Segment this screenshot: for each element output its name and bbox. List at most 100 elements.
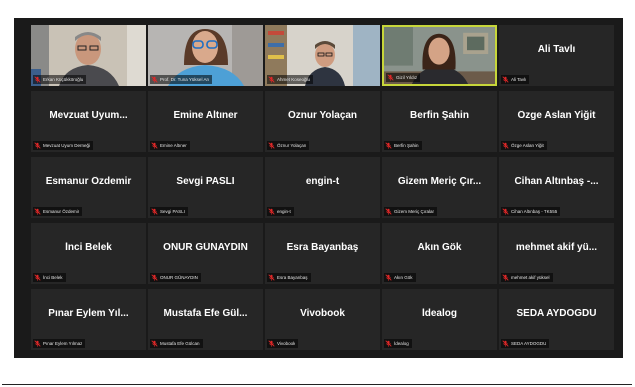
mic-muted-icon (502, 142, 509, 149)
participant-name-label: Ahmet Koseoğlu (267, 75, 314, 84)
mic-muted-icon (268, 142, 275, 149)
participant-display-name: Akın Gök (417, 242, 462, 253)
participant-display-name: SEDA AYDOGDU (516, 308, 597, 319)
participant-name-text: Gizil Yıldız (396, 75, 418, 80)
participant-name-label: Mevzuat Uyum Derneği (33, 141, 94, 150)
participant-name-text: Cihan Altınbaş - TK555 (511, 209, 558, 214)
participant-name-text: Prof. Dr. Tuna Yüksel Arı (160, 77, 210, 82)
participant-name-label: Özge Aslan Yiğit (501, 141, 547, 150)
participant-name-text: Vivobook (277, 341, 296, 346)
participant-tile[interactable]: SEDA AYDOGDU SEDA AYDOGDU (499, 289, 614, 350)
mic-muted-icon (387, 74, 394, 81)
participant-name-text: Ahmet Koseoğlu (277, 77, 311, 82)
mic-muted-icon (502, 274, 509, 281)
participant-tile[interactable]: Sevgi PASLI Sevgi PASLI (148, 157, 263, 218)
participant-tile[interactable]: Pınar Eylem Yıl... Pınar Eylem Yılmaz (31, 289, 146, 350)
participant-display-name: Mustafa Efe Gül... (163, 308, 248, 319)
participant-tile[interactable]: Esra Bayanbaş Esra Bayanbaş (265, 223, 380, 284)
participant-tile[interactable]: Berfin Şahin Berfin Şahin (382, 91, 497, 152)
participant-display-name: Gizem Meriç Çır... (397, 176, 482, 187)
mic-muted-icon (385, 340, 392, 347)
participant-name-label: Erkan Küçükköroğlu (33, 75, 87, 84)
mic-muted-icon (502, 208, 509, 215)
participant-tile[interactable]: Emine Altıner Emine Altıner (148, 91, 263, 152)
participant-tile[interactable]: Cihan Altınbaş -... Cihan Altınbaş - TK55… (499, 157, 614, 218)
mic-muted-icon (268, 340, 275, 347)
participant-name-text: Mevzuat Uyum Derneği (43, 143, 91, 148)
participant-tile[interactable]: İnci Belek İnci Belek (31, 223, 146, 284)
participant-name-text: SEDA AYDOGDU (511, 341, 547, 346)
participant-name-label: Berfin Şahin (384, 141, 422, 150)
mic-muted-icon (151, 76, 158, 83)
mic-muted-icon (151, 274, 158, 281)
participant-tile[interactable]: Erkan Küçükköroğlu (31, 25, 146, 86)
participant-display-name: Berfin Şahin (410, 110, 469, 121)
participant-name-text: Gizem Meriç Çıralar (394, 209, 435, 214)
mic-muted-icon (34, 76, 41, 83)
participant-tile[interactable]: Özge Aslan Yiğit Özge Aslan Yiğit (499, 91, 614, 152)
participant-name-text: Pınar Eylem Yılmaz (43, 341, 83, 346)
participant-name-text: Ali Tavlı (511, 77, 527, 82)
participant-name-label: Emine Altıner (150, 141, 190, 150)
participant-name-text: mehmet akif yüksel (511, 275, 550, 280)
participant-tile[interactable]: engin-t engin-t (265, 157, 380, 218)
participant-display-name: Pınar Eylem Yıl... (48, 308, 129, 319)
participant-display-name: Cihan Altınbaş -... (514, 176, 599, 187)
participant-tile[interactable]: ONUR GÜNAYDIN ONUR GÜNAYDIN (148, 223, 263, 284)
participant-tile[interactable]: Akın Gök Akın Gök (382, 223, 497, 284)
participant-tile[interactable]: Öznur Yolaçan Öznur Yolaçan (265, 91, 380, 152)
mic-muted-icon (34, 208, 41, 215)
participant-name-label: Sevgi PASLI (150, 207, 188, 216)
meeting-window: Erkan Küçükköroğlu Prof. Dr. Tuna Yüksel … (14, 18, 623, 358)
participant-name-label: Gizem Meriç Çıralar (384, 207, 438, 216)
participant-tile[interactable]: Mevzuat Uyum... Mevzuat Uyum Derneği (31, 91, 146, 152)
participant-name-text: engin-t (277, 209, 291, 214)
participant-display-name: İdealog (421, 308, 457, 319)
participant-tile[interactable]: Ali Tavlı Ali Tavlı (499, 25, 614, 86)
participant-name-label: Mustafa Efe Gülcan (150, 339, 203, 348)
divider (2, 384, 632, 385)
participant-display-name: Emine Altıner (173, 110, 238, 121)
participant-name-label: Esra Bayanbaş (267, 273, 311, 282)
participant-tile[interactable]: Esmanur Özdemir Esmanur Özdemir (31, 157, 146, 218)
mic-muted-icon (268, 208, 275, 215)
participant-tile[interactable]: Prof. Dr. Tuna Yüksel Arı (148, 25, 263, 86)
participant-display-name: Sevgi PASLI (176, 176, 235, 187)
participant-name-text: Akın Gök (394, 275, 413, 280)
mic-muted-icon (151, 142, 158, 149)
participant-tile[interactable]: Gizem Meriç Çır... Gizem Meriç Çıralar (382, 157, 497, 218)
participant-tile[interactable]: Gizil Yıldız (382, 25, 497, 86)
participant-name-label: Ali Tavlı (501, 75, 530, 84)
participant-name-text: Özge Aslan Yiğit (511, 143, 544, 148)
participant-name-label: Öznur Yolaçan (267, 141, 310, 150)
participant-name-text: Esra Bayanbaş (277, 275, 308, 280)
participant-name-label: engin-t (267, 207, 294, 216)
mic-muted-icon (268, 76, 275, 83)
participant-tile[interactable]: Ahmet Koseoğlu (265, 25, 380, 86)
mic-muted-icon (385, 142, 392, 149)
mic-muted-icon (268, 274, 275, 281)
participant-name-text: ONUR GÜNAYDIN (160, 275, 198, 280)
participant-name-text: İdealog (394, 341, 409, 346)
participant-name-label: SEDA AYDOGDU (501, 339, 550, 348)
participant-name-text: Mustafa Efe Gülcan (160, 341, 200, 346)
participant-name-label: mehmet akif yüksel (501, 273, 553, 282)
participant-name-text: Esmanur Özdemir (43, 209, 80, 214)
participant-tile[interactable]: mehmet akif yü... mehmet akif yüksel (499, 223, 614, 284)
mic-muted-icon (385, 274, 392, 281)
participant-display-name: engin-t (305, 176, 340, 187)
mic-muted-icon (34, 274, 41, 281)
mic-muted-icon (502, 340, 509, 347)
participant-display-name: Öznur Yolaçan (287, 110, 358, 121)
participant-name-label: Akın Gök (384, 273, 416, 282)
participant-name-label: ONUR GÜNAYDIN (150, 273, 201, 282)
participant-name-label: Cihan Altınbaş - TK555 (501, 207, 561, 216)
participant-tile[interactable]: Mustafa Efe Gül... Mustafa Efe Gülcan (148, 289, 263, 350)
participant-name-text: Berfin Şahin (394, 143, 419, 148)
participant-name-text: Emine Altıner (160, 143, 187, 148)
participant-tile[interactable]: İdealog İdealog (382, 289, 497, 350)
mic-muted-icon (34, 340, 41, 347)
participant-name-label: Gizil Yıldız (386, 73, 421, 82)
participant-name-label: Vivobook (267, 339, 299, 348)
participant-tile[interactable]: Vivobook Vivobook (265, 289, 380, 350)
